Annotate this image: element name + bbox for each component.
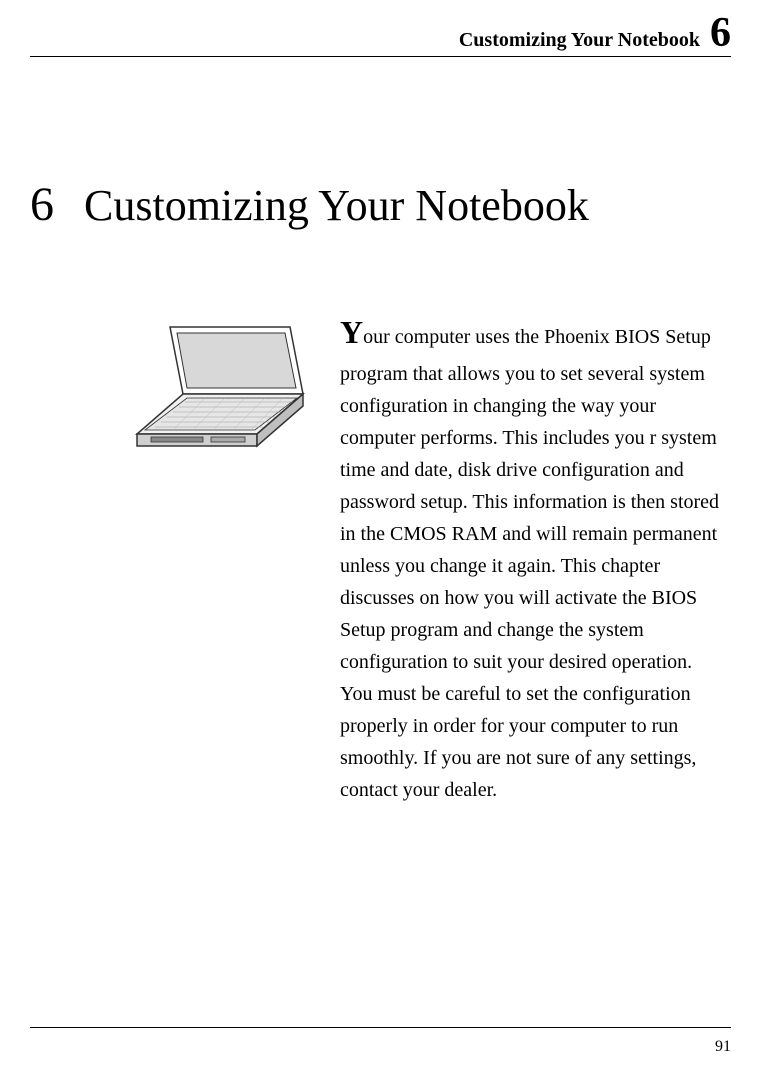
text-column: Your computer uses the Phoenix BIOS Setu…	[340, 307, 731, 806]
laptop-illustration	[125, 322, 315, 467]
chapter-title: Customizing Your Notebook	[84, 180, 589, 231]
running-header-chapter: 6	[710, 10, 731, 56]
running-header-title: Customizing Your Notebook	[459, 29, 700, 51]
running-header: Customizing Your Notebook 6	[30, 0, 731, 57]
content-row: Your computer uses the Phoenix BIOS Setu…	[30, 307, 731, 806]
body-paragraph: Your computer uses the Phoenix BIOS Setu…	[340, 307, 721, 806]
footer-rule	[30, 1027, 731, 1028]
body-text: our computer uses the Phoenix BIOS Setup…	[340, 326, 719, 801]
page-number: 91	[715, 1038, 731, 1056]
chapter-number: 6	[30, 177, 54, 232]
drop-cap: Y	[340, 314, 363, 350]
chapter-heading: 6 Customizing Your Notebook	[30, 177, 731, 232]
figure-column	[30, 307, 315, 806]
